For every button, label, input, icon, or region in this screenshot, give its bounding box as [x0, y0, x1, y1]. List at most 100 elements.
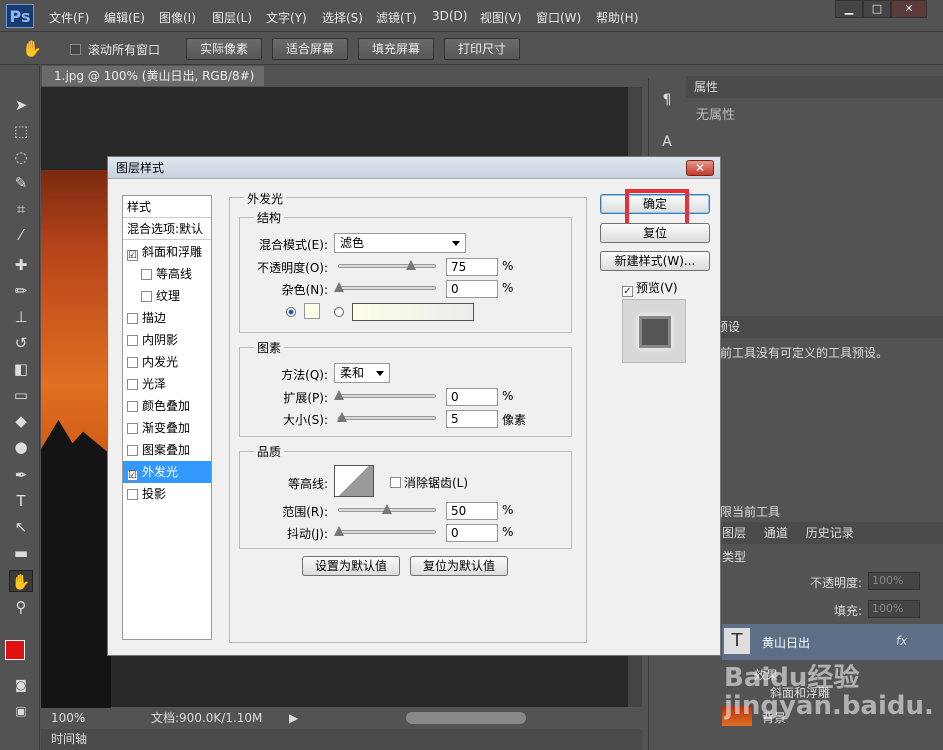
gradient-tool-icon[interactable]: ▭ — [9, 384, 33, 406]
opacity-slider-thumb[interactable] — [406, 260, 416, 270]
scroll-all-checkbox[interactable] — [70, 42, 85, 56]
character-icon[interactable]: A — [657, 134, 677, 154]
style-item-contour[interactable]: 等高线 — [123, 263, 211, 285]
menu-filter[interactable]: 滤镜(T) — [376, 9, 417, 26]
preview-checkbox[interactable]: ✓ — [622, 281, 637, 297]
range-slider-thumb[interactable] — [382, 504, 392, 514]
chevron-right-icon[interactable]: ▶ — [289, 708, 298, 728]
lasso-tool-icon[interactable]: ◌ — [9, 146, 33, 168]
style-checkbox[interactable] — [127, 489, 138, 500]
tab-history[interactable]: 历史记录 — [806, 526, 854, 540]
method-select[interactable]: 柔和 — [334, 363, 390, 383]
shape-tool-icon[interactable]: ▬ — [9, 542, 33, 564]
history-brush-icon[interactable]: ↺ — [9, 332, 33, 354]
style-item-outer-glow[interactable]: ☑ 外发光 — [123, 461, 211, 483]
paragraph-icon[interactable]: ¶ — [657, 92, 677, 112]
jitter-slider-thumb[interactable] — [334, 526, 344, 536]
style-item-inner-glow[interactable]: 内发光 — [123, 351, 211, 373]
zoom-tool-icon[interactable]: ⚲ — [9, 596, 33, 618]
fill-screen-button[interactable]: 填充屏幕 — [358, 38, 434, 60]
foreground-color-swatch[interactable] — [5, 640, 25, 660]
style-item-pattern-overlay[interactable]: 图案叠加 — [123, 439, 211, 461]
noise-input[interactable]: 0 — [446, 280, 498, 298]
jitter-input[interactable]: 0 — [446, 524, 498, 542]
new-style-button[interactable]: 新建样式(W)... — [600, 251, 710, 271]
gradient-radio[interactable] — [334, 307, 344, 317]
styles-header[interactable]: 样式 — [123, 196, 211, 218]
menu-image[interactable]: 图像(I) — [159, 9, 196, 26]
fx-icon[interactable]: fx — [896, 634, 907, 648]
layer-row-text[interactable]: T 黄山日出 fx — [722, 624, 943, 660]
type-tool-icon[interactable]: T — [9, 490, 33, 512]
blend-mode-select[interactable]: 滤色 — [334, 233, 466, 253]
menu-edit[interactable]: 编辑(E) — [104, 9, 145, 26]
marquee-tool-icon[interactable]: ⬚ — [9, 120, 33, 142]
style-item-drop-shadow[interactable]: 投影 — [123, 483, 211, 505]
fit-screen-button[interactable]: 适合屏幕 — [272, 38, 348, 60]
jitter-slider[interactable] — [334, 526, 436, 536]
stamp-tool-icon[interactable]: ⊥ — [9, 306, 33, 328]
dodge-tool-icon[interactable]: ● — [9, 436, 33, 458]
style-item-stroke[interactable]: 描边 — [123, 307, 211, 329]
opacity-slider[interactable] — [338, 260, 436, 270]
style-item-color-overlay[interactable]: 颜色叠加 — [123, 395, 211, 417]
quick-select-tool-icon[interactable]: ✎ — [9, 172, 33, 194]
brush-tool-icon[interactable]: ✏ — [9, 280, 33, 302]
quick-mask-icon[interactable]: ◙ — [9, 674, 33, 696]
path-select-icon[interactable]: ↖ — [9, 516, 33, 538]
size-slider[interactable] — [336, 412, 436, 422]
properties-panel-header[interactable]: 属性 — [686, 76, 943, 98]
timeline-tab[interactable]: 时间轴 — [41, 729, 642, 750]
style-checkbox[interactable] — [127, 335, 138, 346]
hand-tool-icon[interactable]: ✋ — [9, 570, 33, 592]
horizontal-scrollbar-thumb[interactable] — [406, 712, 526, 724]
crop-tool-icon[interactable]: ⌗ — [9, 198, 33, 220]
style-checkbox[interactable]: ☑ — [127, 470, 138, 481]
style-checkbox[interactable] — [127, 423, 138, 434]
style-item-texture[interactable]: 纹理 — [123, 285, 211, 307]
screen-mode-icon[interactable]: ▣ — [9, 700, 33, 722]
noise-slider[interactable] — [334, 282, 436, 292]
size-slider-thumb[interactable] — [336, 412, 347, 422]
set-default-button[interactable]: 设置为默认值 — [302, 556, 400, 576]
antialias-checkbox[interactable] — [390, 475, 405, 489]
eyedropper-tool-icon[interactable]: ⁄ — [9, 224, 33, 246]
layer-fill-input[interactable]: 100% — [868, 600, 920, 618]
healing-tool-icon[interactable]: ✚ — [9, 254, 33, 276]
menu-layer[interactable]: 图层(L) — [212, 9, 252, 26]
actual-pixels-button[interactable]: 实际像素 — [186, 38, 262, 60]
style-item-bevel[interactable]: ☑ 斜面和浮雕 — [123, 241, 211, 263]
current-tool-only-label[interactable]: 限当前工具 — [720, 503, 780, 520]
menu-3d[interactable]: 3D(D) — [432, 9, 467, 23]
style-checkbox[interactable]: ☑ — [127, 250, 138, 261]
maximize-button[interactable]: □ — [863, 0, 891, 18]
tab-channels[interactable]: 通道 — [764, 526, 788, 540]
range-slider[interactable] — [338, 504, 436, 514]
tab-layers[interactable]: 图层 — [722, 526, 746, 540]
dialog-title-bar[interactable]: 图层样式 ✕ — [108, 157, 720, 179]
glow-color-swatch[interactable] — [304, 303, 320, 319]
reset-default-button[interactable]: 复位为默认值 — [410, 556, 508, 576]
size-input[interactable]: 5 — [446, 410, 498, 428]
color-radio-selected[interactable] — [286, 307, 296, 317]
menu-help[interactable]: 帮助(H) — [596, 9, 638, 26]
style-checkbox[interactable] — [141, 269, 152, 280]
style-item-satin[interactable]: 光泽 — [123, 373, 211, 395]
menu-window[interactable]: 窗口(W) — [536, 9, 581, 26]
style-checkbox[interactable] — [141, 291, 152, 302]
style-checkbox[interactable] — [127, 357, 138, 368]
range-input[interactable]: 50 — [446, 502, 498, 520]
style-checkbox[interactable] — [127, 445, 138, 456]
style-item-inner-shadow[interactable]: 内阴影 — [123, 329, 211, 351]
blending-options-item[interactable]: 混合选项:默认 — [123, 218, 211, 240]
contour-picker[interactable] — [334, 465, 374, 497]
layer-opacity-input[interactable]: 100% — [868, 572, 920, 590]
spread-input[interactable]: 0 — [446, 388, 498, 406]
dialog-close-button[interactable]: ✕ — [686, 160, 714, 176]
style-checkbox[interactable] — [127, 379, 138, 390]
menu-select[interactable]: 选择(S) — [322, 9, 363, 26]
reset-button[interactable]: 复位 — [600, 223, 710, 243]
eraser-tool-icon[interactable]: ◧ — [9, 358, 33, 380]
style-item-gradient-overlay[interactable]: 渐变叠加 — [123, 417, 211, 439]
minimize-button[interactable]: ▁ — [835, 0, 863, 18]
